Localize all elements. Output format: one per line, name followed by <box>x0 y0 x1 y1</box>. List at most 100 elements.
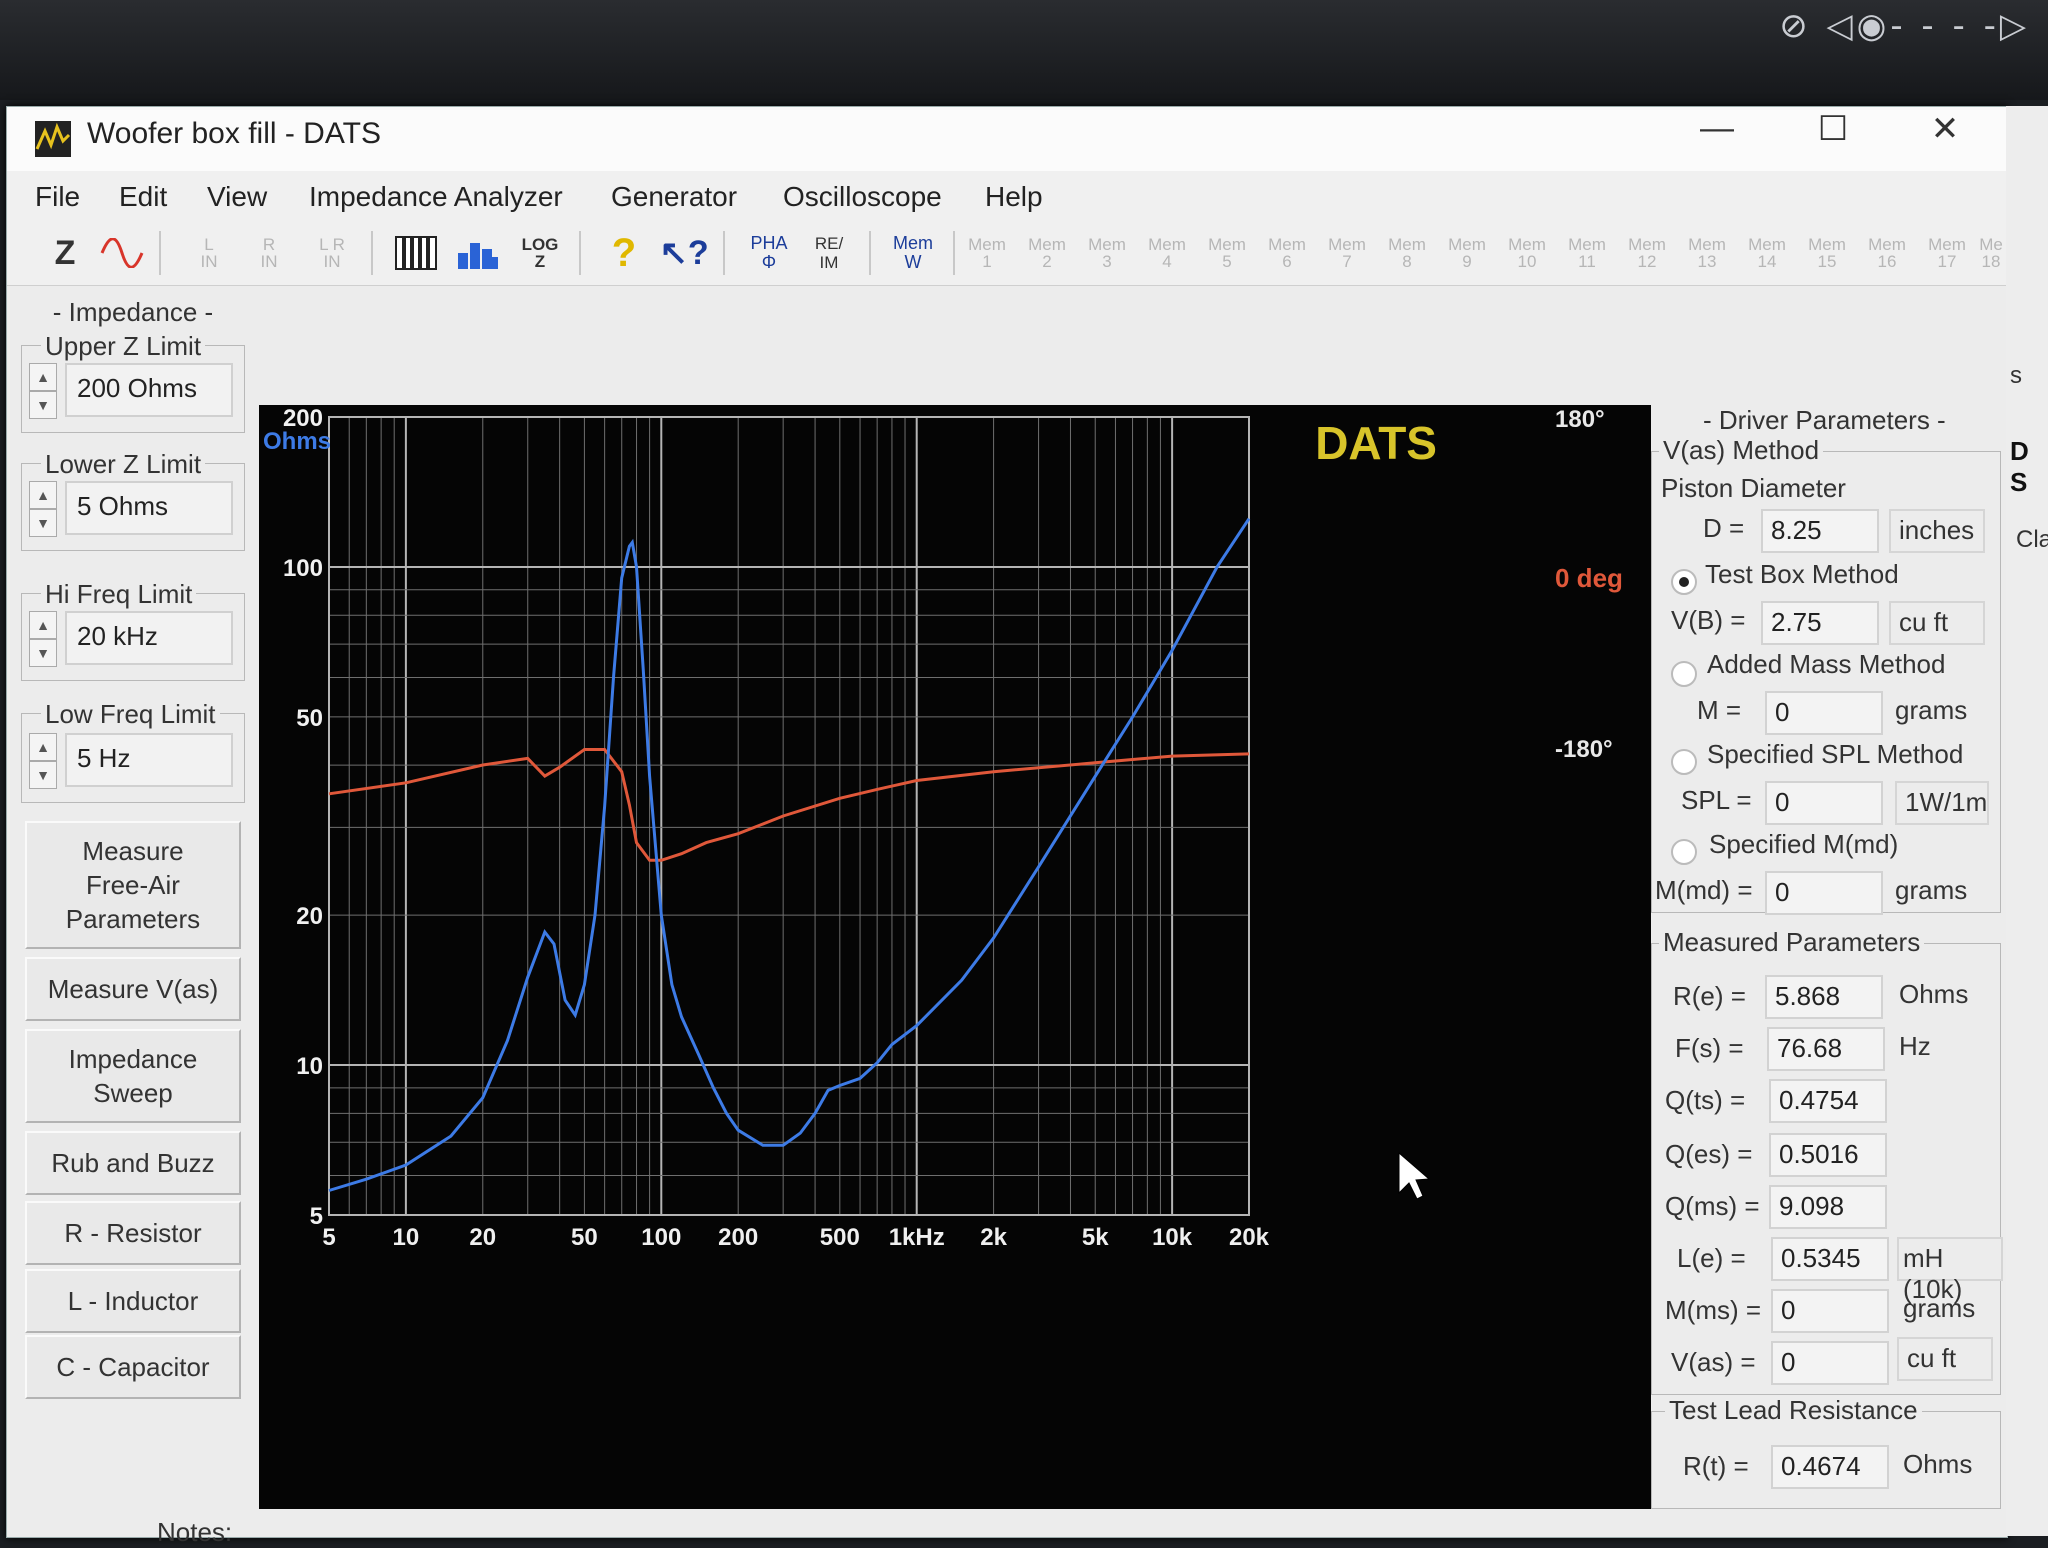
bar-graph-icon[interactable] <box>453 227 503 279</box>
toolbar: Z L IN R IN L R IN LOG Z ? ↖? PHA Φ RE/ … <box>7 221 2007 286</box>
x-tick-label: 10k <box>1152 1224 1193 1251</box>
phase-button[interactable]: PHA Φ <box>743 227 795 279</box>
minimize-button[interactable]: — <box>1687 109 1747 148</box>
spin-down-icon[interactable]: ▼ <box>29 761 57 789</box>
mmd-method-label: Specified M(md) <box>1709 829 1899 859</box>
mms-label: M(ms) = <box>1665 1295 1762 1325</box>
memory-slot-3[interactable]: Mem 3 <box>1085 227 1129 279</box>
upper-z-spinner[interactable]: ▲ ▼ <box>29 363 57 419</box>
close-button[interactable]: ✕ <box>1915 109 1975 149</box>
measure-free-air-button[interactable]: Measure Free-Air Parameters <box>25 821 241 949</box>
spin-down-icon[interactable]: ▼ <box>29 639 57 667</box>
memory-slot-8[interactable]: Mem 8 <box>1385 227 1429 279</box>
vas-method-label: V(as) Method <box>1659 435 1824 466</box>
memory-slot-11[interactable]: Mem 11 <box>1565 227 1609 279</box>
lower-z-spinner[interactable]: ▲ ▼ <box>29 481 57 537</box>
spl-method-radio[interactable] <box>1671 749 1697 775</box>
keyboard-icon[interactable] <box>391 227 441 279</box>
test-box-label: Test Box Method <box>1705 559 1899 589</box>
memory-slot-14[interactable]: Mem 14 <box>1745 227 1789 279</box>
vb-field[interactable]: 2.75 <box>1761 601 1879 645</box>
added-mass-radio[interactable] <box>1671 661 1697 687</box>
capacitor-button[interactable]: C - Capacitor <box>25 1335 241 1399</box>
memory-slot-16[interactable]: Mem 16 <box>1865 227 1909 279</box>
mmd-method-radio[interactable] <box>1671 839 1697 865</box>
added-mass-field[interactable]: 0 <box>1765 691 1883 735</box>
impedance-mode-button[interactable]: Z <box>45 227 85 279</box>
vb-label: V(B) = <box>1671 605 1746 635</box>
memory-slot-18[interactable]: Me 18 <box>1977 227 2005 279</box>
impedance-sweep-button[interactable]: Impedance Sweep <box>25 1029 241 1123</box>
inductor-button[interactable]: L - Inductor <box>25 1269 241 1333</box>
test-lead-resistance-field[interactable]: 0.4674 <box>1771 1445 1889 1489</box>
memory-slot-12[interactable]: Mem 12 <box>1625 227 1669 279</box>
mmd-field[interactable]: 0 <box>1765 871 1883 915</box>
resistor-button[interactable]: R - Resistor <box>25 1201 241 1265</box>
menu-bar: File Edit View Impedance Analyzer Genera… <box>7 171 2007 221</box>
menu-impedance-analyzer[interactable]: Impedance Analyzer <box>309 181 563 213</box>
test-lead-header: Test Lead Resistance <box>1665 1395 1922 1426</box>
memory-slot-4[interactable]: Mem 4 <box>1145 227 1189 279</box>
rub-and-buzz-button[interactable]: Rub and Buzz <box>25 1131 241 1195</box>
stereo-input-button[interactable]: L R IN <box>307 227 357 279</box>
toolbar-separator <box>579 231 581 275</box>
spl-field[interactable]: 0 <box>1765 781 1883 825</box>
memory-slot-9[interactable]: Mem 9 <box>1445 227 1489 279</box>
vb-unit[interactable]: cu ft <box>1889 601 1985 645</box>
piston-diameter-unit[interactable]: inches <box>1889 509 1985 553</box>
menu-generator[interactable]: Generator <box>611 181 737 213</box>
menu-view[interactable]: View <box>207 181 267 213</box>
x-tick-label: 20k <box>1229 1224 1270 1251</box>
menu-file[interactable]: File <box>35 181 80 213</box>
hi-freq-value[interactable]: 20 kHz <box>65 611 233 665</box>
hi-freq-spinner[interactable]: ▲ ▼ <box>29 611 57 667</box>
y-tick-label: 100 <box>283 555 323 582</box>
right-input-button[interactable]: R IN <box>247 227 291 279</box>
spin-down-icon[interactable]: ▼ <box>29 509 57 537</box>
memory-slot-2[interactable]: Mem 2 <box>1025 227 1069 279</box>
left-input-button[interactable]: L IN <box>187 227 231 279</box>
log-z-button[interactable]: LOG Z <box>515 227 565 279</box>
sine-wave-icon[interactable] <box>97 227 147 279</box>
low-freq-value[interactable]: 5 Hz <box>65 733 233 787</box>
upper-z-value[interactable]: 200 Ohms <box>65 363 233 417</box>
driver-parameters-panel: - Driver Parameters - V(as) Method Pisto… <box>1647 399 2007 1519</box>
spin-up-icon[interactable]: ▲ <box>29 733 57 761</box>
spin-up-icon[interactable]: ▲ <box>29 611 57 639</box>
memory-slot-7[interactable]: Mem 7 <box>1325 227 1369 279</box>
menu-help[interactable]: Help <box>985 181 1043 213</box>
memory-slot-5[interactable]: Mem 5 <box>1205 227 1249 279</box>
context-help-icon[interactable]: ↖? <box>657 227 711 279</box>
lower-z-value[interactable]: 5 Ohms <box>65 481 233 535</box>
menu-oscilloscope[interactable]: Oscilloscope <box>783 181 942 213</box>
qts-value: 0.4754 <box>1769 1079 1887 1123</box>
piston-diameter-field[interactable]: 8.25 <box>1761 509 1879 553</box>
test-box-radio[interactable] <box>1671 569 1697 595</box>
mms-value: 0 <box>1771 1289 1889 1333</box>
spin-up-icon[interactable]: ▲ <box>29 363 57 391</box>
lower-z-label: Lower Z Limit <box>41 449 206 480</box>
memory-slot-13[interactable]: Mem 13 <box>1685 227 1729 279</box>
spin-up-icon[interactable]: ▲ <box>29 481 57 509</box>
y-tick-label: 20 <box>296 903 323 930</box>
low-freq-spinner[interactable]: ▲ ▼ <box>29 733 57 789</box>
mms-unit: grams <box>1903 1293 1976 1323</box>
memory-slot-6[interactable]: Mem 6 <box>1265 227 1309 279</box>
memory-slot-1[interactable]: Mem 1 <box>965 227 1009 279</box>
help-icon[interactable]: ? <box>599 227 649 279</box>
spl-unit[interactable]: 1W/1m <box>1895 781 1989 825</box>
menu-edit[interactable]: Edit <box>119 181 167 213</box>
memory-slot-15[interactable]: Mem 15 <box>1805 227 1849 279</box>
memory-slot-17[interactable]: Mem 17 <box>1925 227 1969 279</box>
memory-write-button[interactable]: Mem W <box>885 227 941 279</box>
window-title: Woofer box fill - DATS <box>87 117 381 150</box>
memory-slot-10[interactable]: Mem 10 <box>1505 227 1549 279</box>
measure-vas-button[interactable]: Measure V(as) <box>25 957 241 1021</box>
maximize-button[interactable]: ☐ <box>1803 109 1863 149</box>
phase-zero-label: 0 deg <box>1555 563 1623 593</box>
phase-bottom-label: -180° <box>1555 736 1613 763</box>
real-imag-button[interactable]: RE/ IM <box>803 227 855 279</box>
spin-down-icon[interactable]: ▼ <box>29 391 57 419</box>
re-unit: Ohms <box>1899 979 1969 1009</box>
dats-brand-label: DATS <box>1315 417 1437 469</box>
